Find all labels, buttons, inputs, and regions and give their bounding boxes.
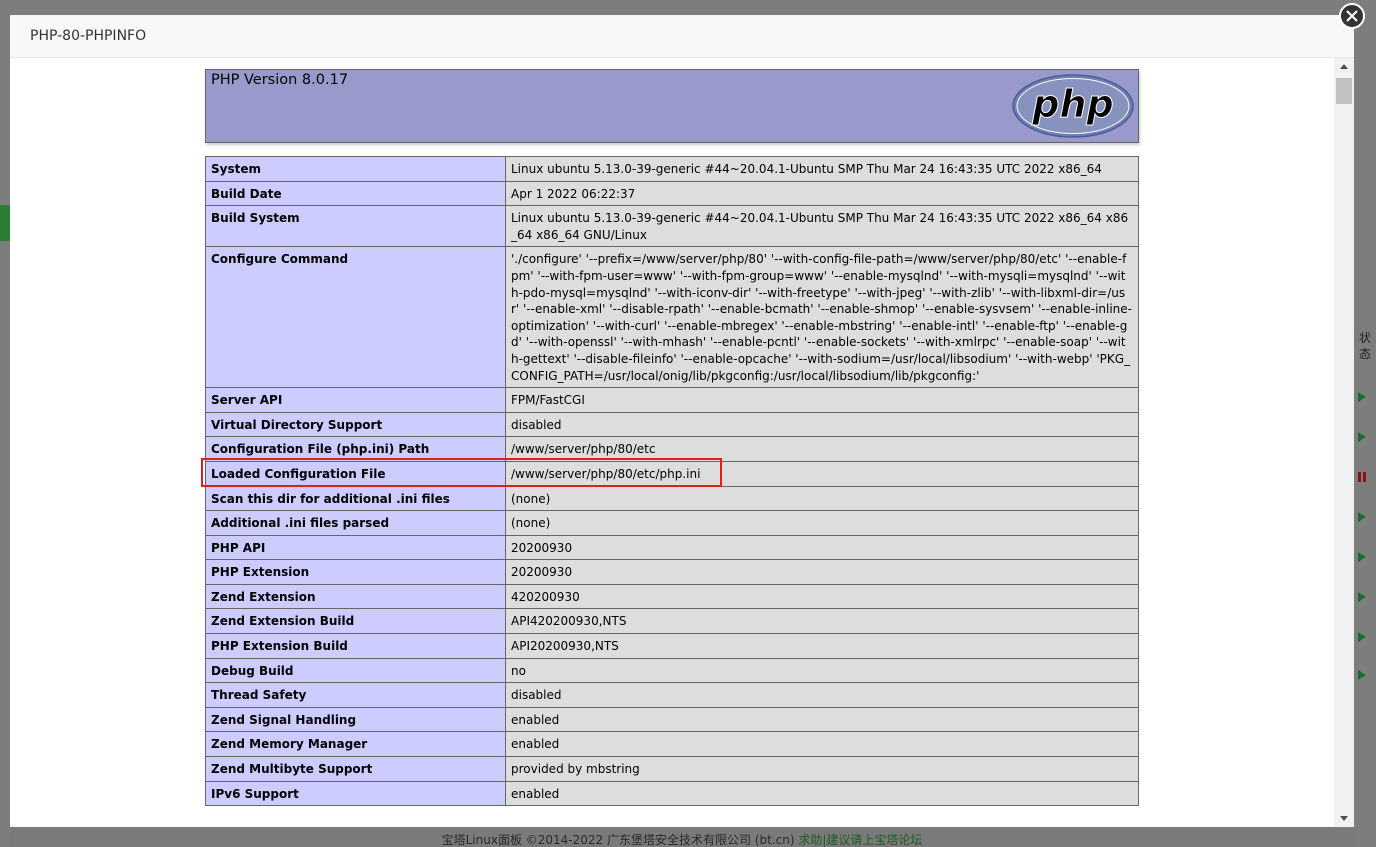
row-label: PHP Extension Build xyxy=(205,633,506,659)
row-label: Zend Memory Manager xyxy=(205,731,506,758)
row-label: Build Date xyxy=(205,180,506,207)
scroll-up-arrow-icon[interactable] xyxy=(1340,64,1348,69)
phpinfo-row: Zend Signal Handling enabled xyxy=(205,706,1139,733)
close-icon[interactable] xyxy=(1346,10,1358,22)
phpinfo-row: Zend Multibyte Support provided by mbstri… xyxy=(205,756,1139,782)
phpinfo-content[interactable]: PHP Version 8.0.17 php System Linux ubunt… xyxy=(10,58,1334,827)
background-play-icon xyxy=(1358,512,1366,522)
row-label: Debug Build xyxy=(205,657,506,684)
row-label: Virtual Directory Support xyxy=(205,411,506,438)
row-label: Additional .ini files parsed xyxy=(205,510,506,536)
phpinfo-row: PHP API 20200930 xyxy=(205,534,1139,561)
phpinfo-row: Debug Build no xyxy=(205,657,1139,684)
phpinfo-row: IPv6 Support enabled xyxy=(205,780,1139,807)
phpinfo-row: Build Date Apr 1 2022 06:22:37 xyxy=(205,180,1139,207)
vertical-scrollbar[interactable] xyxy=(1334,58,1354,827)
row-label: System xyxy=(205,156,506,182)
phpinfo-row: PHP Extension 20200930 xyxy=(205,559,1139,585)
background-status-column-header: 状态 xyxy=(1358,331,1371,361)
row-value: 20200930 xyxy=(505,534,1139,561)
phpinfo-row: Zend Memory Manager enabled xyxy=(205,731,1139,758)
row-value: API420200930,NTS xyxy=(505,608,1139,635)
background-play-icon xyxy=(1358,432,1366,442)
php-logo: php xyxy=(1012,74,1134,138)
phpinfo-dialog: PHP-80-PHPINFO PHP Version 8.0.17 php Sy… xyxy=(10,15,1354,827)
background-play-icon xyxy=(1358,552,1366,562)
row-label: Scan this dir for additional .ini files xyxy=(205,485,506,512)
scroll-down-arrow-icon[interactable] xyxy=(1340,816,1348,821)
background-play-icon xyxy=(1358,392,1366,402)
row-value: Apr 1 2022 06:22:37 xyxy=(505,180,1139,207)
row-label: Configure Command xyxy=(205,246,506,389)
background-play-icon xyxy=(1358,670,1366,680)
background-pause-icon xyxy=(1358,472,1366,482)
row-value: no xyxy=(505,657,1139,684)
row-value: enabled xyxy=(505,731,1139,758)
highlight-box-loaded-config xyxy=(201,458,722,487)
row-value: enabled xyxy=(505,780,1139,807)
phpinfo-row: Scan this dir for additional .ini files(… xyxy=(205,485,1139,512)
php-logo-text: php xyxy=(1031,82,1113,126)
row-label: Zend Extension xyxy=(205,583,506,610)
phpinfo-row: Virtual Directory Support disabled xyxy=(205,411,1139,438)
row-value: disabled xyxy=(505,411,1139,438)
phpinfo-row: Configure Command './configure' '--prefix… xyxy=(205,246,1139,389)
background-play-icon xyxy=(1358,632,1366,642)
dialog-header: PHP-80-PHPINFO xyxy=(10,15,1354,58)
footer-copyright: 宝塔Linux面板 ©2014-2022 广东堡塔安全技术有限公司 (bt.cn… xyxy=(441,833,795,847)
row-label: Server API xyxy=(205,387,506,413)
background-footer: 宝塔Linux面板 ©2014-2022 广东堡塔安全技术有限公司 (bt.cn… xyxy=(10,827,1354,847)
row-label: IPv6 Support xyxy=(205,780,506,807)
row-label: PHP API xyxy=(205,534,506,561)
row-value: 20200930 xyxy=(505,559,1139,585)
footer-forum-link: 求助|建议请上宝塔论坛 xyxy=(798,833,923,847)
phpinfo-row: Zend Extension Build API420200930,NTS xyxy=(205,608,1139,635)
row-value: Linux ubuntu 5.13.0-39-generic #44~20.04… xyxy=(505,205,1139,248)
row-label: Build System xyxy=(205,205,506,248)
row-value: enabled xyxy=(505,706,1139,733)
phpinfo-row: System Linux ubuntu 5.13.0-39-generic #44… xyxy=(205,156,1139,182)
phpinfo-row: PHP Extension Build API20200930,NTS xyxy=(205,633,1139,659)
row-value: (none) xyxy=(505,510,1139,536)
background-green-button xyxy=(0,205,10,241)
background-play-icon xyxy=(1358,592,1366,602)
row-value: API20200930,NTS xyxy=(505,633,1139,659)
close-button[interactable] xyxy=(1339,3,1365,29)
row-value: provided by mbstring xyxy=(505,756,1139,782)
row-value: 420200930 xyxy=(505,583,1139,610)
phpinfo-row: Server API FPM/FastCGI xyxy=(205,387,1139,413)
row-label: PHP Extension xyxy=(205,559,506,585)
row-value: Linux ubuntu 5.13.0-39-generic #44~20.04… xyxy=(505,156,1139,182)
phpinfo-row: Additional .ini files parsed (none) xyxy=(205,510,1139,536)
row-value: disabled xyxy=(505,682,1139,708)
phpinfo-row: Thread Safety disabled xyxy=(205,682,1139,708)
dialog-title: PHP-80-PHPINFO xyxy=(30,28,147,44)
scroll-thumb[interactable] xyxy=(1336,78,1352,104)
row-value: FPM/FastCGI xyxy=(505,387,1139,413)
row-label: Thread Safety xyxy=(205,682,506,708)
row-label: Zend Extension Build xyxy=(205,608,506,635)
row-value: (none) xyxy=(505,485,1139,512)
php-version-title: PHP Version 8.0.17 xyxy=(211,72,349,88)
php-version-header: PHP Version 8.0.17 php xyxy=(205,69,1139,143)
row-label: Zend Multibyte Support xyxy=(205,756,506,782)
phpinfo-row: Build System Linux ubuntu 5.13.0-39-gener… xyxy=(205,205,1139,248)
row-label: Zend Signal Handling xyxy=(205,706,506,733)
row-value: './configure' '--prefix=/www/server/php/… xyxy=(505,246,1139,389)
phpinfo-row: Zend Extension 420200930 xyxy=(205,583,1139,610)
